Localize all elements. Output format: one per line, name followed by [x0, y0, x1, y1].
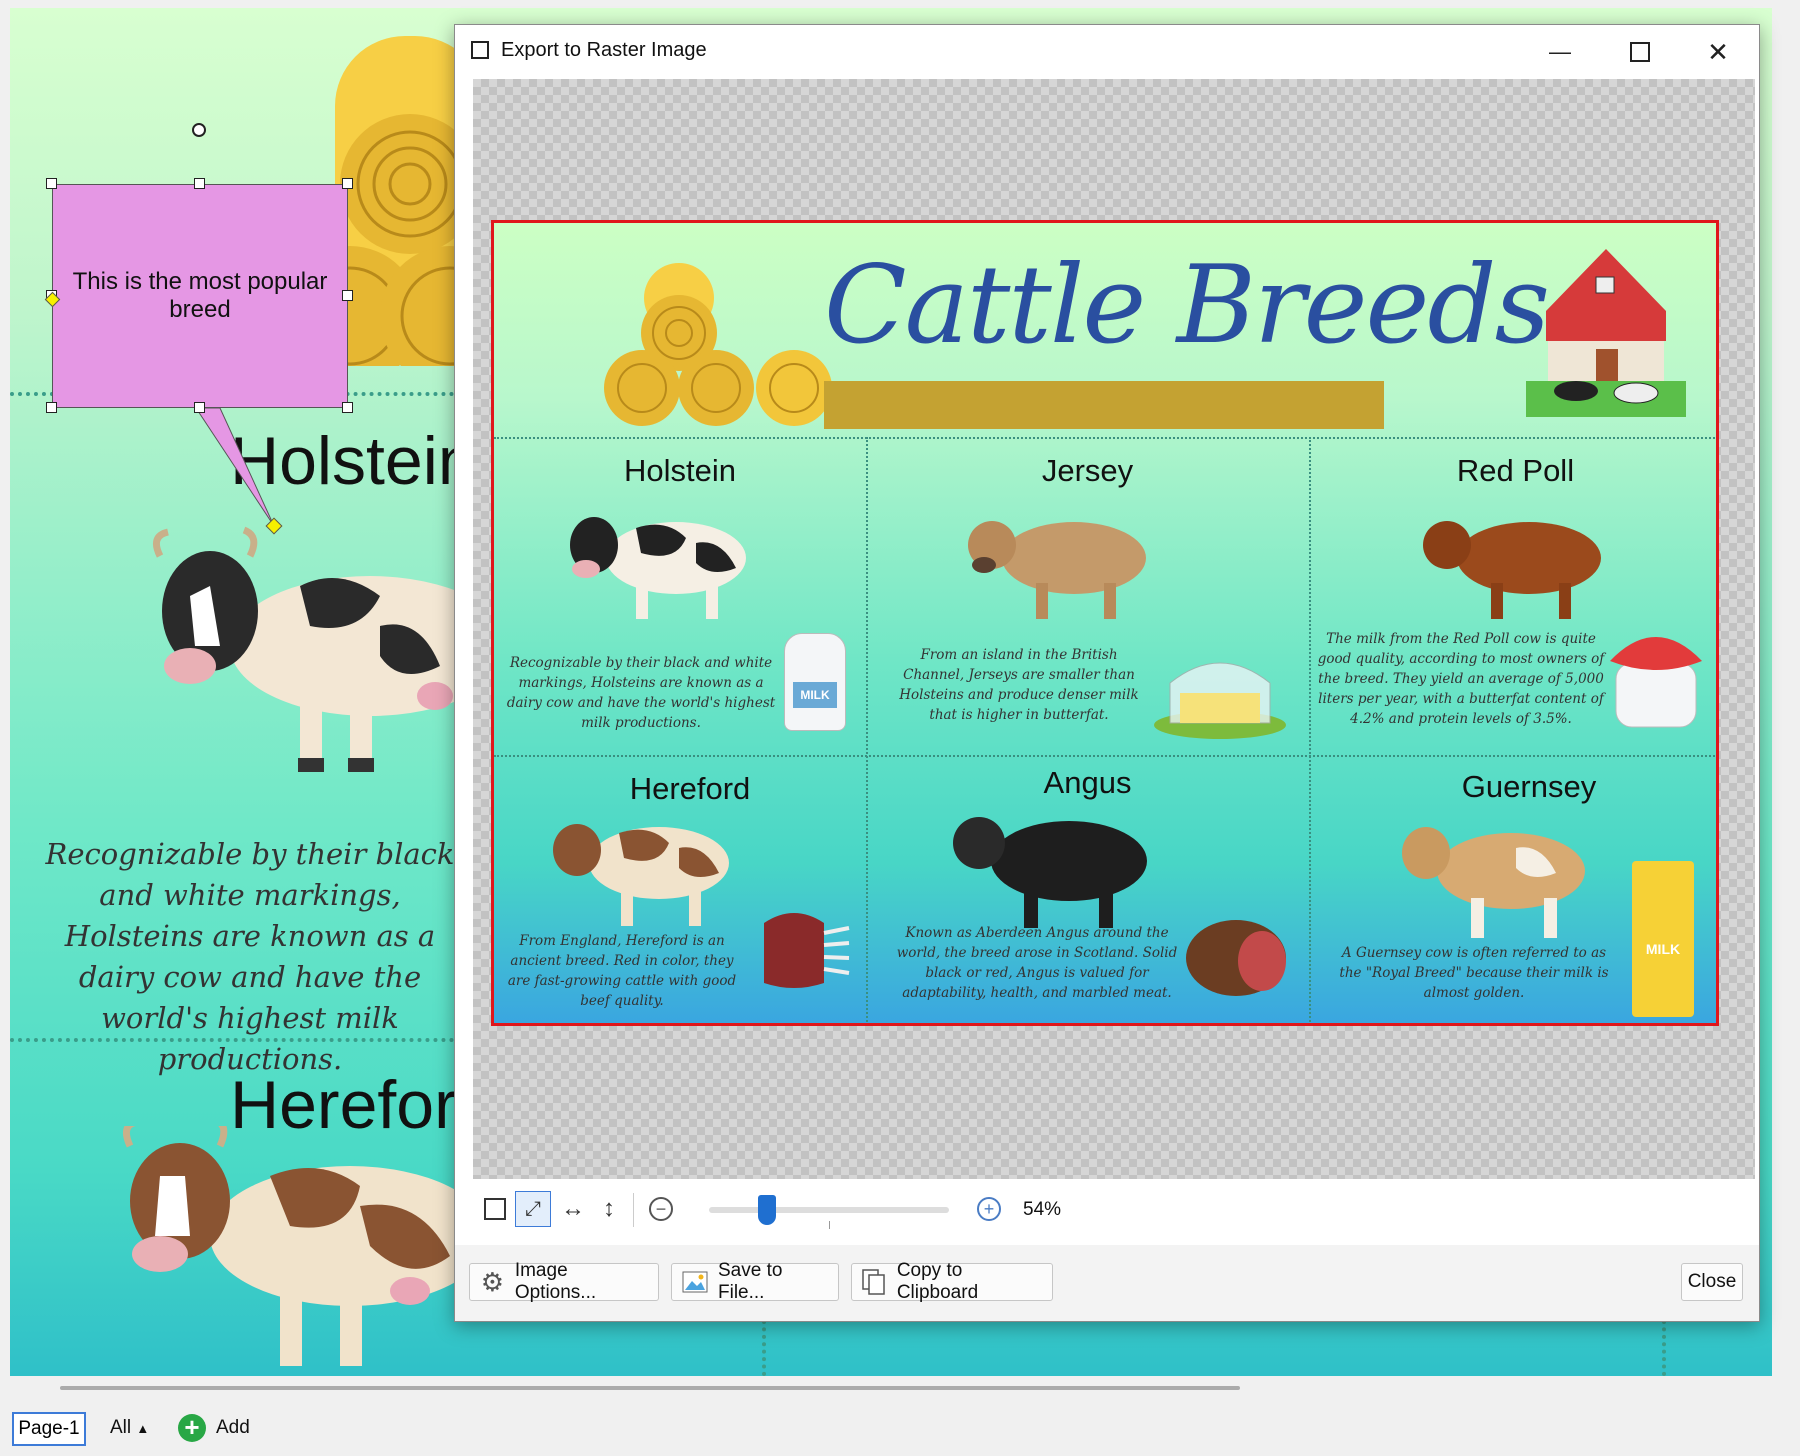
- callout-shape[interactable]: This is the most popular breed: [52, 184, 348, 408]
- copy-to-clipboard-label: Copy to Clipboard: [896, 1260, 979, 1303]
- breed-title: Jersey: [1041, 453, 1134, 488]
- minimize-icon: —: [1549, 39, 1571, 64]
- breed-title: Guernsey: [1461, 769, 1597, 804]
- resize-handle[interactable]: [342, 178, 353, 189]
- fit-arrows-icon: ⤢: [525, 1197, 541, 1220]
- breed-title: Hereford: [629, 771, 751, 806]
- breed-description: Known as Aberdeen Angus around the world…: [896, 925, 1178, 1001]
- breed-title: Red Poll: [1456, 453, 1575, 488]
- zoom-level-text: 54%: [1023, 1199, 1062, 1220]
- horizontal-scrollbar[interactable]: [60, 1386, 1240, 1390]
- guernsey-cow-illustration: [1402, 827, 1585, 938]
- close-icon: ✕: [1707, 36, 1729, 67]
- maximize-button[interactable]: [1615, 35, 1665, 69]
- hereford-cow-illustration: [553, 824, 729, 926]
- window-icon: [471, 41, 489, 59]
- barn-illustration: [1526, 249, 1686, 417]
- add-icon[interactable]: +: [178, 1414, 206, 1442]
- fit-to-window-button[interactable]: ⤢: [515, 1191, 551, 1227]
- title-underline-bar: [824, 381, 1384, 429]
- rotate-handle[interactable]: [192, 123, 206, 137]
- grid-divider: [494, 755, 1716, 757]
- jersey-cow-illustration: [968, 521, 1146, 619]
- zoom-out-button[interactable]: −: [643, 1191, 679, 1227]
- roast-beef-icon: [1186, 920, 1286, 996]
- breed-description: From England, Hereford is an ancient bre…: [507, 933, 737, 1009]
- breed-title: Angus: [1043, 765, 1132, 800]
- butter-icon: [1154, 662, 1286, 739]
- resize-handle[interactable]: [194, 178, 205, 189]
- slider-tick: [829, 1221, 830, 1229]
- save-to-file-button[interactable]: Save to File...: [671, 1260, 839, 1303]
- resize-handle[interactable]: [342, 290, 353, 301]
- milk-jug-icon: MILK: [784, 633, 846, 731]
- breed-description: The milk from the Red Poll cow is quite …: [1317, 631, 1605, 727]
- milk-carton-icon: MILK: [1632, 861, 1694, 1017]
- yogurt-jar-icon: [1610, 637, 1702, 728]
- angus-cow-illustration: [953, 817, 1147, 928]
- resize-handle[interactable]: [342, 402, 353, 413]
- callout-text[interactable]: This is the most popular breed: [61, 268, 339, 324]
- holstein-cow-illustration: [570, 517, 746, 619]
- actual-size-button[interactable]: [477, 1191, 513, 1227]
- fit-width-button[interactable]: ↔: [555, 1191, 591, 1227]
- export-raster-image-dialog: Export to Raster Image — ✕ Cattle Breeds: [454, 24, 1760, 1322]
- caret-up-icon: ▲: [136, 1421, 150, 1436]
- hereford-cow-illustration[interactable]: [110, 1126, 470, 1376]
- close-window-button[interactable]: ✕: [1693, 35, 1743, 69]
- copy-icon: [862, 1269, 887, 1295]
- minimize-button[interactable]: —: [1535, 35, 1585, 69]
- divider-line: [1662, 1320, 1666, 1376]
- rack-of-beef-icon: [764, 913, 850, 988]
- maximize-icon: [1630, 42, 1650, 62]
- export-preview-image: Cattle Breeds Holstein Recognizable by t…: [491, 220, 1719, 1026]
- save-to-file-label: Save to File...: [718, 1260, 783, 1303]
- breed-description: From an island in the British Channel, J…: [899, 647, 1139, 723]
- add-page-button[interactable]: Add: [216, 1417, 250, 1439]
- zoom-in-button[interactable]: +: [971, 1191, 1007, 1227]
- dialog-titlebar[interactable]: Export to Raster Image — ✕: [455, 25, 1759, 77]
- copy-to-clipboard-button[interactable]: Copy to Clipboard: [851, 1260, 1053, 1303]
- zoom-toolbar: ⤢ ↔ ↕ − + 54%: [473, 1179, 1755, 1245]
- resize-handle[interactable]: [46, 178, 57, 189]
- dialog-title: Export to Raster Image: [501, 39, 707, 61]
- gear-icon: ⚙: [480, 1266, 505, 1297]
- infographic-title: Cattle Breeds: [824, 243, 1550, 368]
- page-tab[interactable]: Page-1: [12, 1412, 86, 1446]
- resize-handle[interactable]: [46, 402, 57, 413]
- grid-divider: [1309, 437, 1311, 1023]
- toolbar-separator: [633, 1193, 634, 1227]
- fit-height-button[interactable]: ↕: [591, 1191, 627, 1227]
- plus-circle-icon: +: [977, 1197, 1001, 1221]
- crop-frame-icon: [484, 1198, 506, 1220]
- grid-divider: [866, 437, 868, 1023]
- product-label: MILK: [1645, 941, 1681, 957]
- picture-icon: [682, 1269, 708, 1295]
- breed-description: Recognizable by their black and white ma…: [506, 655, 776, 731]
- breed-description: A Guernsey cow is often referred to as t…: [1339, 945, 1609, 1001]
- holstein-description[interactable]: Recognizable by their black and white ma…: [30, 834, 470, 1080]
- grid-divider: [494, 437, 1716, 439]
- all-pages-dropdown[interactable]: All ▲: [110, 1417, 149, 1439]
- horizontal-arrows-icon: ↔: [561, 1195, 585, 1222]
- divider-line: [762, 1320, 766, 1376]
- close-button[interactable]: Close: [1681, 1263, 1743, 1301]
- holstein-cow-illustration[interactable]: [150, 526, 480, 786]
- dialog-footer: ⚙ Image Options... Save to File... Copy …: [455, 1245, 1759, 1321]
- vertical-arrows-icon: ↕: [603, 1195, 615, 1222]
- zoom-slider-thumb[interactable]: [757, 1195, 776, 1225]
- hay-bales-illustration: [604, 263, 832, 426]
- image-preview-area[interactable]: Cattle Breeds Holstein Recognizable by t…: [473, 79, 1755, 1179]
- breed-title: Holstein: [624, 453, 736, 488]
- red-poll-cow-illustration: [1423, 521, 1601, 619]
- zoom-slider[interactable]: [709, 1195, 949, 1229]
- page-navigation-bar: Page-1 All ▲ + Add: [0, 1376, 1800, 1456]
- image-options-button[interactable]: ⚙ Image Options...: [469, 1260, 659, 1303]
- all-pages-label: All: [110, 1417, 132, 1438]
- resize-handle[interactable]: [194, 402, 205, 413]
- product-label: MILK: [793, 682, 837, 708]
- minus-circle-icon: −: [649, 1197, 673, 1221]
- image-options-label: Image Options...: [514, 1260, 597, 1303]
